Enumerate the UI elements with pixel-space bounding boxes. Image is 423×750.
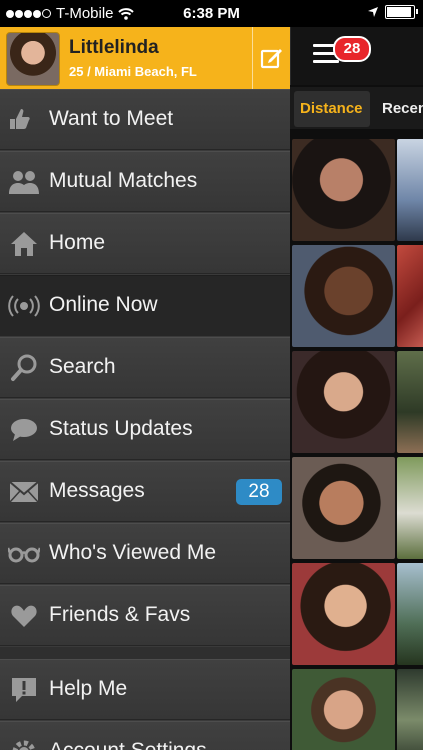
edit-profile-button[interactable] bbox=[252, 27, 290, 89]
top-bar: 28 bbox=[290, 27, 423, 85]
thumbs-icon bbox=[8, 104, 40, 136]
menu-label: Home bbox=[49, 231, 106, 254]
profile-info: 25 / Miami Beach, FL bbox=[69, 64, 197, 79]
status-right bbox=[367, 5, 418, 19]
menu-label: Who's Viewed Me bbox=[49, 541, 217, 564]
envelope-icon bbox=[8, 476, 40, 508]
profile-thumbnail[interactable] bbox=[292, 457, 395, 559]
tab-distance[interactable]: Distance bbox=[294, 91, 370, 127]
profile-thumbnail[interactable] bbox=[397, 563, 423, 665]
menu-label: Want to Meet bbox=[49, 107, 174, 130]
menu-item-mutual-matches[interactable]: Mutual Matches bbox=[0, 151, 290, 212]
menu-label: Help Me bbox=[49, 677, 128, 700]
tab-recent[interactable]: Recent bbox=[376, 91, 423, 127]
profile-thumbnail[interactable] bbox=[292, 245, 395, 347]
side-drawer: Littlelinda 25 / Miami Beach, FL Want to… bbox=[0, 27, 290, 750]
menu-item-friends-favs[interactable]: Friends & Favs bbox=[0, 585, 290, 646]
status-bar: T-Mobile 6:38 PM bbox=[0, 0, 423, 27]
edit-icon bbox=[260, 49, 282, 69]
messages-count-badge: 28 bbox=[236, 479, 282, 505]
menu-label: Account Settings bbox=[49, 739, 207, 750]
home-icon bbox=[8, 228, 40, 260]
profile-thumbnail[interactable] bbox=[292, 139, 395, 241]
speech-bubble-icon bbox=[8, 414, 40, 446]
profile-header[interactable]: Littlelinda 25 / Miami Beach, FL bbox=[0, 27, 290, 89]
online-icon bbox=[8, 290, 40, 322]
menu-item-whos-viewed-me[interactable]: Who's Viewed Me bbox=[0, 523, 290, 584]
profile-thumbnail[interactable] bbox=[397, 351, 423, 453]
mutual-matches-icon bbox=[8, 166, 40, 198]
menu-item-want-to-meet[interactable]: Want to Meet bbox=[0, 89, 290, 150]
gear-icon bbox=[8, 736, 40, 750]
profile-thumbnail[interactable] bbox=[397, 669, 423, 750]
status-time: 6:38 PM bbox=[183, 5, 240, 22]
menu-item-messages[interactable]: Messages 28 bbox=[0, 461, 290, 522]
avatar[interactable] bbox=[6, 32, 60, 86]
profile-thumbnail[interactable] bbox=[397, 245, 423, 347]
menu-label: Online Now bbox=[49, 293, 158, 316]
glasses-icon bbox=[8, 538, 40, 570]
menu-divider bbox=[0, 647, 290, 659]
menu-item-online-now[interactable]: Online Now bbox=[0, 275, 290, 336]
menu-label: Search bbox=[49, 355, 116, 378]
profile-thumbnail[interactable] bbox=[292, 563, 395, 665]
profile-name: Littlelinda bbox=[69, 37, 159, 58]
battery-icon bbox=[385, 5, 418, 19]
main-content: 28 Distance Recent bbox=[290, 27, 423, 750]
menu-label: Mutual Matches bbox=[49, 169, 198, 192]
menu-item-status-updates[interactable]: Status Updates bbox=[0, 399, 290, 460]
menu-label: Friends & Favs bbox=[49, 603, 191, 626]
profile-thumbnail[interactable] bbox=[397, 457, 423, 559]
menu-label: Status Updates bbox=[49, 417, 193, 440]
heart-icon bbox=[8, 600, 40, 632]
notification-badge: 28 bbox=[333, 36, 371, 62]
menu-item-help-me[interactable]: Help Me bbox=[0, 659, 290, 720]
menu-item-account-settings[interactable]: Account Settings bbox=[0, 721, 290, 750]
location-arrow-icon bbox=[368, 7, 378, 17]
profile-thumbnail[interactable] bbox=[292, 351, 395, 453]
help-icon bbox=[8, 674, 40, 706]
profile-thumbnail[interactable] bbox=[292, 669, 395, 750]
profile-thumbnail[interactable] bbox=[397, 139, 423, 241]
menu-label: Messages bbox=[49, 479, 145, 502]
sort-tabs: Distance Recent bbox=[290, 87, 423, 129]
search-icon bbox=[8, 352, 40, 384]
menu-item-search[interactable]: Search bbox=[0, 337, 290, 398]
menu-item-home[interactable]: Home bbox=[0, 213, 290, 274]
